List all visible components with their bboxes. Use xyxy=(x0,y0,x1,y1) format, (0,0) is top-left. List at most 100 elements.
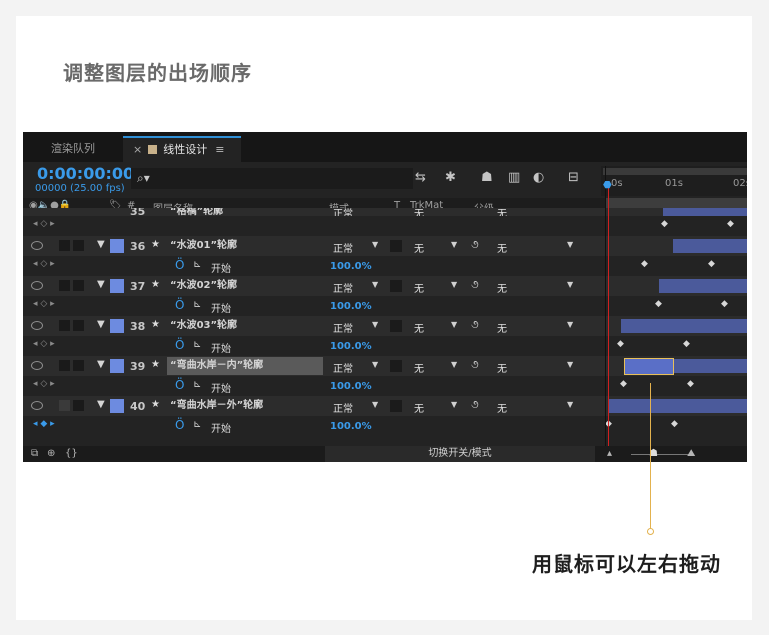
parent-dropdown-icon[interactable]: ▼ xyxy=(567,240,573,249)
trkmat-dropdown-icon[interactable]: ▼ xyxy=(451,360,457,369)
layer-row[interactable]: ▼ 37 ★ “水波02”轮廓 正常 ▼ 无 ▼ ૭ 无 ▼ xyxy=(23,276,747,296)
solo-switch[interactable] xyxy=(59,280,70,291)
label-color-swatch[interactable] xyxy=(110,359,124,373)
lock-switch[interactable] xyxy=(73,400,84,411)
tab-render-queue[interactable]: 渲染队列 xyxy=(51,136,95,162)
layer-duration-bar[interactable] xyxy=(663,208,747,216)
preserve-transparency-box[interactable] xyxy=(390,240,402,252)
layer-trkmat[interactable]: 无 xyxy=(414,240,424,255)
layer-mode[interactable]: 正常 xyxy=(333,280,353,295)
expand-triangle-icon[interactable]: ▼ xyxy=(97,319,105,330)
visibility-eye-icon[interactable] xyxy=(31,241,43,250)
layer-parent[interactable]: 无 xyxy=(497,240,507,255)
layer-trkmat[interactable]: 无 xyxy=(414,360,424,375)
parent-dropdown-icon[interactable]: ▼ xyxy=(567,320,573,329)
label-color-swatch[interactable] xyxy=(110,399,124,413)
keyframe[interactable]: ◆ xyxy=(687,379,694,389)
visibility-eye-icon[interactable] xyxy=(31,361,43,370)
keyframe[interactable]: ◆ xyxy=(661,219,668,229)
layer-trkmat[interactable]: 无 xyxy=(414,400,424,415)
lock-switch[interactable] xyxy=(73,240,84,251)
keyframe-navigator-icon[interactable]: ◂ ◇ ▸ xyxy=(33,339,55,349)
preserve-transparency-box[interactable] xyxy=(390,360,402,372)
property-value[interactable]: 100.0% xyxy=(330,341,372,352)
pick-whip-icon[interactable]: ૭ xyxy=(471,398,479,412)
solo-switch-on[interactable] xyxy=(59,400,70,411)
expand-triangle-icon[interactable]: ▼ xyxy=(97,239,105,250)
layer-mode[interactable]: 正常 xyxy=(333,400,353,415)
frame-blending-icon[interactable]: ▥ xyxy=(508,170,520,185)
zoom-out-icon[interactable]: ▴ xyxy=(607,448,612,459)
layer-duration-bar[interactable] xyxy=(659,279,747,293)
mode-dropdown-icon[interactable]: ▼ xyxy=(372,400,378,409)
mode-dropdown-icon[interactable]: ▼ xyxy=(372,240,378,249)
trkmat-dropdown-icon[interactable]: ▼ xyxy=(451,320,457,329)
stopwatch-icon[interactable]: Ö xyxy=(175,378,184,392)
layer-mode[interactable]: 正常 xyxy=(333,208,353,216)
solo-switch[interactable] xyxy=(59,240,70,251)
lock-switch[interactable] xyxy=(73,320,84,331)
layer-name[interactable]: “水波02”轮廓 xyxy=(167,277,323,295)
stopwatch-icon[interactable]: Ö xyxy=(175,338,184,352)
layer-mode[interactable]: 正常 xyxy=(333,320,353,335)
keyframe-navigator-icon[interactable]: ◂ ◇ ▸ xyxy=(33,379,55,389)
transfer-controls-icon[interactable]: ⊕ xyxy=(47,448,55,459)
layer-duration-bar[interactable] xyxy=(621,319,747,333)
graph-icon[interactable]: ⊾ xyxy=(193,379,201,390)
expand-triangle-icon[interactable]: ▼ xyxy=(97,359,105,370)
preserve-transparency-box[interactable] xyxy=(390,320,402,332)
keyframe[interactable]: ◆ xyxy=(721,299,728,309)
panel-menu-icon[interactable]: ≡ xyxy=(215,143,224,156)
lock-switch[interactable] xyxy=(73,280,84,291)
property-value[interactable]: 100.0% xyxy=(330,381,372,392)
draft-3d-icon[interactable]: ✱ xyxy=(445,170,456,185)
preserve-transparency-box[interactable] xyxy=(390,280,402,292)
zoom-navigator[interactable] xyxy=(603,168,747,175)
layer-row[interactable]: ▼ 40 ★ “弯曲水岸－外”轮廓 正常 ▼ 无 ▼ ૭ 无 ▼ xyxy=(23,396,747,416)
expand-triangle-icon[interactable]: ▼ xyxy=(97,279,105,290)
layer-row-partial[interactable]: 35 “格稿”轮廓 正常 无 无 xyxy=(23,208,747,216)
stopwatch-icon[interactable]: Ö xyxy=(175,298,184,312)
layer-name[interactable]: “水波01”轮廓 xyxy=(167,237,323,255)
parent-dropdown-icon[interactable]: ▼ xyxy=(567,280,573,289)
stopwatch-icon[interactable]: Ö xyxy=(175,418,184,432)
mode-dropdown-icon[interactable]: ▼ xyxy=(372,320,378,329)
playhead-line[interactable] xyxy=(608,182,609,450)
visibility-eye-icon[interactable] xyxy=(31,321,43,330)
layer-mode[interactable]: 正常 xyxy=(333,360,353,375)
keyframe[interactable]: ◆ xyxy=(617,339,624,349)
pick-whip-icon[interactable]: ૭ xyxy=(471,358,479,372)
layer-row[interactable]: ▼ 36 ★ “水波01”轮廓 正常 ▼ 无 ▼ ૭ 无 ▼ xyxy=(23,236,747,256)
toggle-switches-modes-button[interactable]: 切换开关/模式 xyxy=(325,446,595,462)
pick-whip-icon[interactable]: ૭ xyxy=(471,238,479,252)
layer-duration-bar-tail[interactable] xyxy=(673,359,747,373)
property-value[interactable]: 100.0% xyxy=(330,421,372,432)
parent-dropdown-icon[interactable]: ▼ xyxy=(567,360,573,369)
graph-icon[interactable]: ⊾ xyxy=(193,419,201,430)
layer-duration-bar[interactable] xyxy=(673,239,747,253)
property-value[interactable]: 100.0% xyxy=(330,301,372,312)
parent-dropdown-icon[interactable]: ▼ xyxy=(567,400,573,409)
layer-parent[interactable]: 无 xyxy=(497,208,507,216)
solo-switch[interactable] xyxy=(59,320,70,331)
label-color-swatch[interactable] xyxy=(110,279,124,293)
zoom-slider[interactable] xyxy=(631,454,691,455)
current-time[interactable]: 0:00:00:00 xyxy=(37,164,134,183)
layer-name[interactable]: “弯曲水岸－内”轮廓 xyxy=(167,357,323,375)
layer-duration-bar-dragging[interactable] xyxy=(624,358,674,375)
graph-icon[interactable]: ⊾ xyxy=(193,299,201,310)
graph-icon[interactable]: ⊾ xyxy=(193,259,201,270)
layer-name[interactable]: “水波03”轮廓 xyxy=(167,317,323,335)
layer-parent[interactable]: 无 xyxy=(497,400,507,415)
layer-parent[interactable]: 无 xyxy=(497,360,507,375)
visibility-eye-icon[interactable] xyxy=(31,281,43,290)
in-out-stretch-icon[interactable]: {} xyxy=(65,448,78,459)
time-ruler[interactable]: 0s 01s 02s xyxy=(601,166,747,196)
keyframe[interactable]: ◆ xyxy=(708,259,715,269)
close-icon[interactable]: × xyxy=(133,143,142,156)
keyframe[interactable]: ◆ xyxy=(620,379,627,389)
keyframe-navigator-icon[interactable]: ◂ ◇ ▸ xyxy=(33,219,55,229)
keyframe[interactable]: ◆ xyxy=(641,259,648,269)
label-color-swatch[interactable] xyxy=(110,239,124,253)
pick-whip-icon[interactable]: ૭ xyxy=(471,318,479,332)
